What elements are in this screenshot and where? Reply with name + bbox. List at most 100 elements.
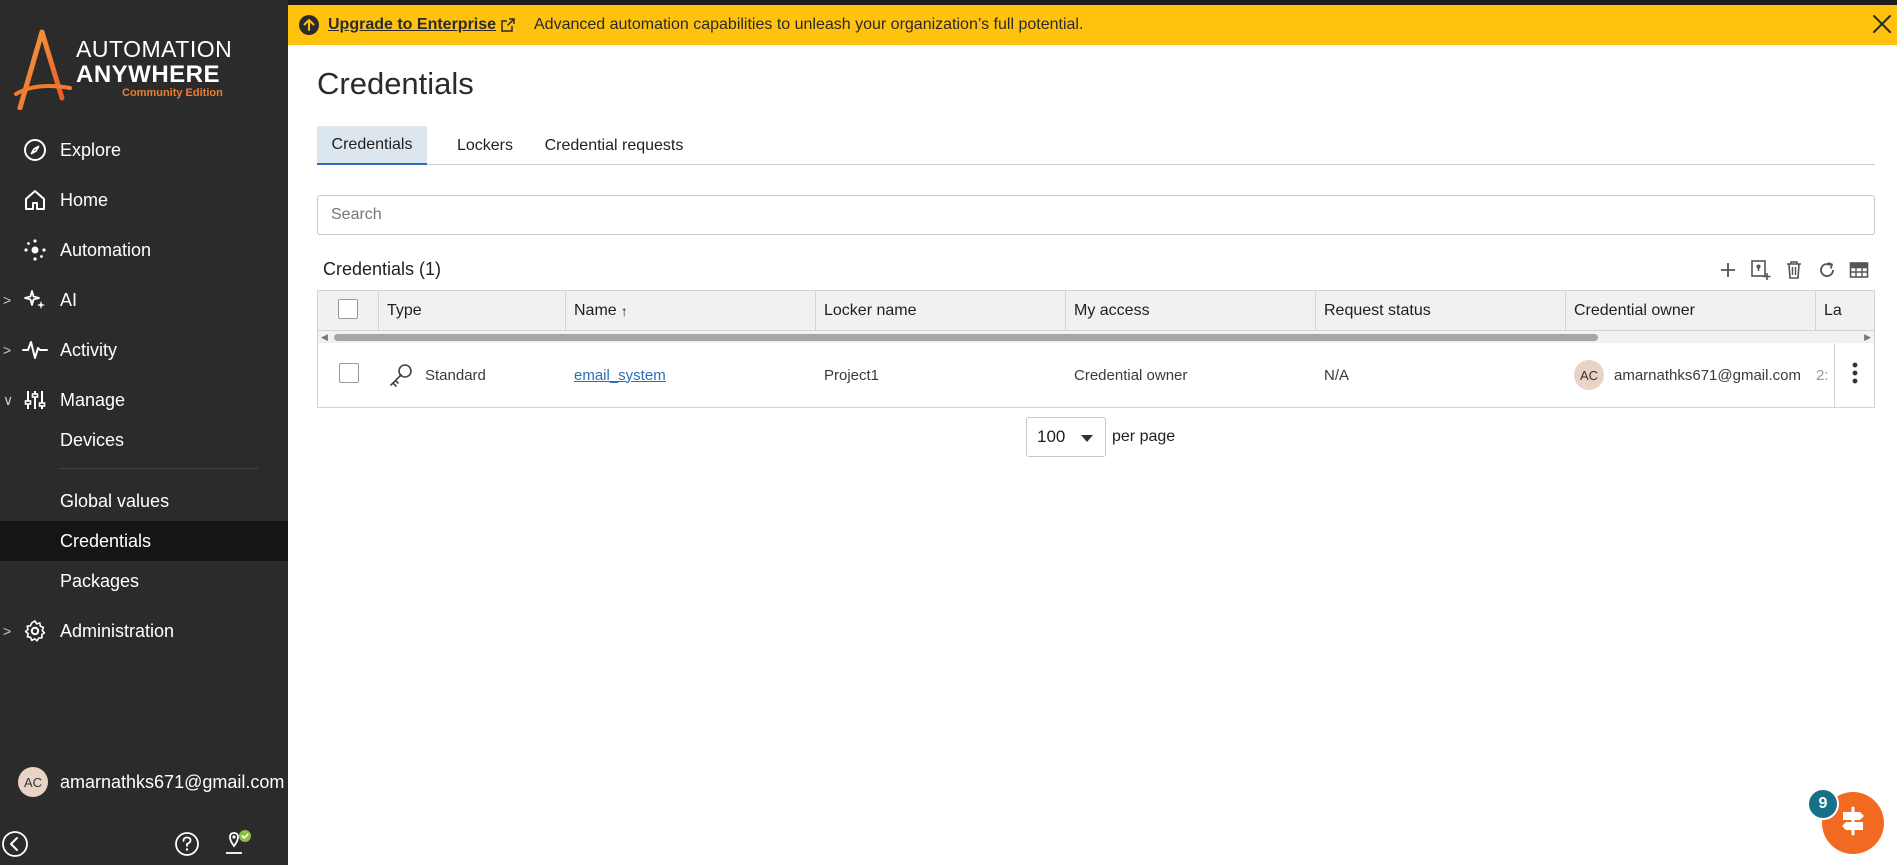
signpost-icon [1836, 804, 1870, 843]
upgrade-link[interactable]: Upgrade to Enterprise [328, 16, 496, 34]
close-icon[interactable] [1871, 13, 1893, 40]
more-vertical-icon [1852, 362, 1858, 389]
chevron-down-icon: ∨ [3, 391, 14, 408]
cell-credential-owner: AC amarnathks671@gmail.com [1566, 343, 1816, 407]
scroll-right-icon[interactable]: ▶ [1864, 332, 1871, 343]
row-select-cell [318, 343, 379, 407]
sidebar-item-label: Global values [60, 490, 170, 511]
table-header: Type Name ↑ Locker name My access Reques… [318, 291, 1874, 331]
cell-name: email_system [566, 343, 816, 407]
cell-my-access: Credential owner [1074, 366, 1188, 384]
sidebar-item-home[interactable]: Home [0, 178, 288, 222]
tab-lockers[interactable]: Lockers [431, 126, 539, 165]
sidebar-item-label: Explore [60, 139, 122, 160]
per-page-label: per page [1112, 428, 1176, 445]
gear-icon [22, 618, 48, 644]
select-all-checkbox[interactable] [338, 299, 358, 319]
column-header-request-status[interactable]: Request status [1316, 291, 1566, 331]
sidebar-item-devices[interactable]: Devices [0, 420, 288, 460]
row-actions-menu[interactable] [1834, 343, 1874, 407]
sidebar-item-global-values[interactable]: Global values [0, 481, 288, 521]
column-header-last[interactable]: La [1816, 291, 1874, 331]
brand-logo[interactable]: AUTOMATION ANYWHERE Community Edition [12, 26, 252, 110]
sidebar-item-label: Manage [60, 389, 126, 410]
sidebar-item-label: Devices [60, 429, 125, 450]
select-all-cell [318, 291, 379, 331]
home-icon [22, 187, 48, 213]
notification-badge: 9 [1807, 788, 1839, 820]
table-row[interactable]: Standard email_system Project1 Credentia… [318, 343, 1874, 407]
activity-pulse-icon [22, 337, 48, 363]
column-header-my-access[interactable]: My access [1066, 291, 1316, 331]
add-icon[interactable] [1716, 258, 1740, 282]
ai-sparkle-icon [22, 287, 48, 313]
sidebar-item-label: Administration [60, 620, 175, 641]
credentials-table: Type Name ↑ Locker name My access Reques… [317, 290, 1875, 408]
device-status-icon[interactable] [222, 829, 252, 859]
sidebar-item-label: Home [60, 189, 109, 210]
page-title: Credentials [317, 66, 474, 101]
column-header-credential-owner[interactable]: Credential owner [1566, 291, 1816, 331]
key-icon [387, 361, 415, 389]
sort-ascending-icon: ↑ [620, 303, 628, 319]
column-header-type[interactable]: Type [379, 291, 566, 331]
avatar: AC [18, 767, 48, 797]
sidebar-item-label: AI [60, 289, 78, 310]
banner-message: Advanced automation capabilities to unle… [534, 16, 1084, 33]
credential-name-link[interactable]: email_system [574, 367, 666, 384]
sidebar-item-packages[interactable]: Packages [0, 561, 288, 601]
tab-credential-requests[interactable]: Credential requests [539, 126, 689, 165]
column-header-label: Name [574, 302, 617, 319]
chevron-right-icon: > [3, 292, 12, 308]
sidebar-item-activity[interactable]: > Activity [0, 328, 288, 372]
chevron-right-icon: > [3, 342, 12, 358]
sidebar-item-credentials[interactable]: Credentials [0, 521, 288, 561]
cell-request-status: N/A [1324, 366, 1350, 384]
external-link-icon[interactable] [500, 17, 516, 38]
collapse-sidebar-icon[interactable] [0, 829, 30, 859]
brand-line1: AUTOMATION [76, 36, 233, 62]
avatar: AC [1574, 360, 1604, 390]
cell-locker-name: Project1 [824, 366, 880, 384]
add-locker-icon[interactable] [1749, 258, 1773, 282]
sidebar-item-ai[interactable]: > AI [0, 278, 288, 322]
trash-icon[interactable] [1782, 258, 1806, 282]
sidebar-item-label: Packages [60, 570, 140, 591]
scrollbar-thumb[interactable] [334, 334, 1598, 341]
sidebar-item-manage[interactable]: ∨ Manage [0, 378, 288, 422]
sidebar-divider [60, 468, 258, 469]
upgrade-banner: Upgrade to Enterprise Advanced automatio… [288, 5, 1897, 45]
chevron-down-icon [1081, 435, 1093, 442]
sidebar-item-explore[interactable]: Explore [0, 128, 288, 172]
owner-email: amarnathks671@gmail.com [1614, 366, 1801, 384]
search-input[interactable] [317, 195, 1875, 235]
arrow-up-circle-icon [298, 14, 320, 41]
page-size-select[interactable]: 100 [1026, 417, 1106, 457]
brand-line2: ANYWHERE [76, 61, 221, 88]
column-header-locker-name[interactable]: Locker name [816, 291, 1066, 331]
page-size-value: 100 [1037, 427, 1066, 446]
user-profile[interactable]: AC amarnathks671@gmail.com [18, 767, 284, 797]
automation-icon [22, 237, 48, 263]
help-icon[interactable] [172, 829, 202, 859]
sidebar-item-administration[interactable]: > Administration [0, 609, 288, 653]
user-email: amarnathks671@gmail.com [60, 771, 285, 792]
chevron-right-icon: > [3, 623, 12, 639]
table-columns-icon[interactable] [1847, 258, 1871, 282]
column-header-name[interactable]: Name ↑ [566, 291, 816, 331]
list-title: Credentials (1) [323, 259, 442, 279]
sliders-icon [22, 387, 48, 413]
sidebar-item-automation[interactable]: Automation [0, 228, 288, 272]
row-checkbox[interactable] [338, 363, 359, 383]
cell-last: 2: [1816, 366, 1829, 384]
sidebar-item-label: Activity [60, 339, 118, 360]
tab-bar: Credentials Lockers Credential requests [317, 126, 1875, 165]
sidebar-item-label: Credentials [60, 530, 152, 551]
tab-credentials[interactable]: Credentials [317, 126, 427, 165]
sidebar: AUTOMATION ANYWHERE Community Edition Ex… [0, 0, 288, 865]
scroll-left-icon[interactable]: ◀ [321, 332, 328, 343]
brand-edition: Community Edition [122, 87, 223, 99]
refresh-icon[interactable] [1815, 258, 1839, 282]
compass-icon [22, 137, 48, 163]
horizontal-scrollbar[interactable]: ◀ ▶ [318, 331, 1874, 343]
